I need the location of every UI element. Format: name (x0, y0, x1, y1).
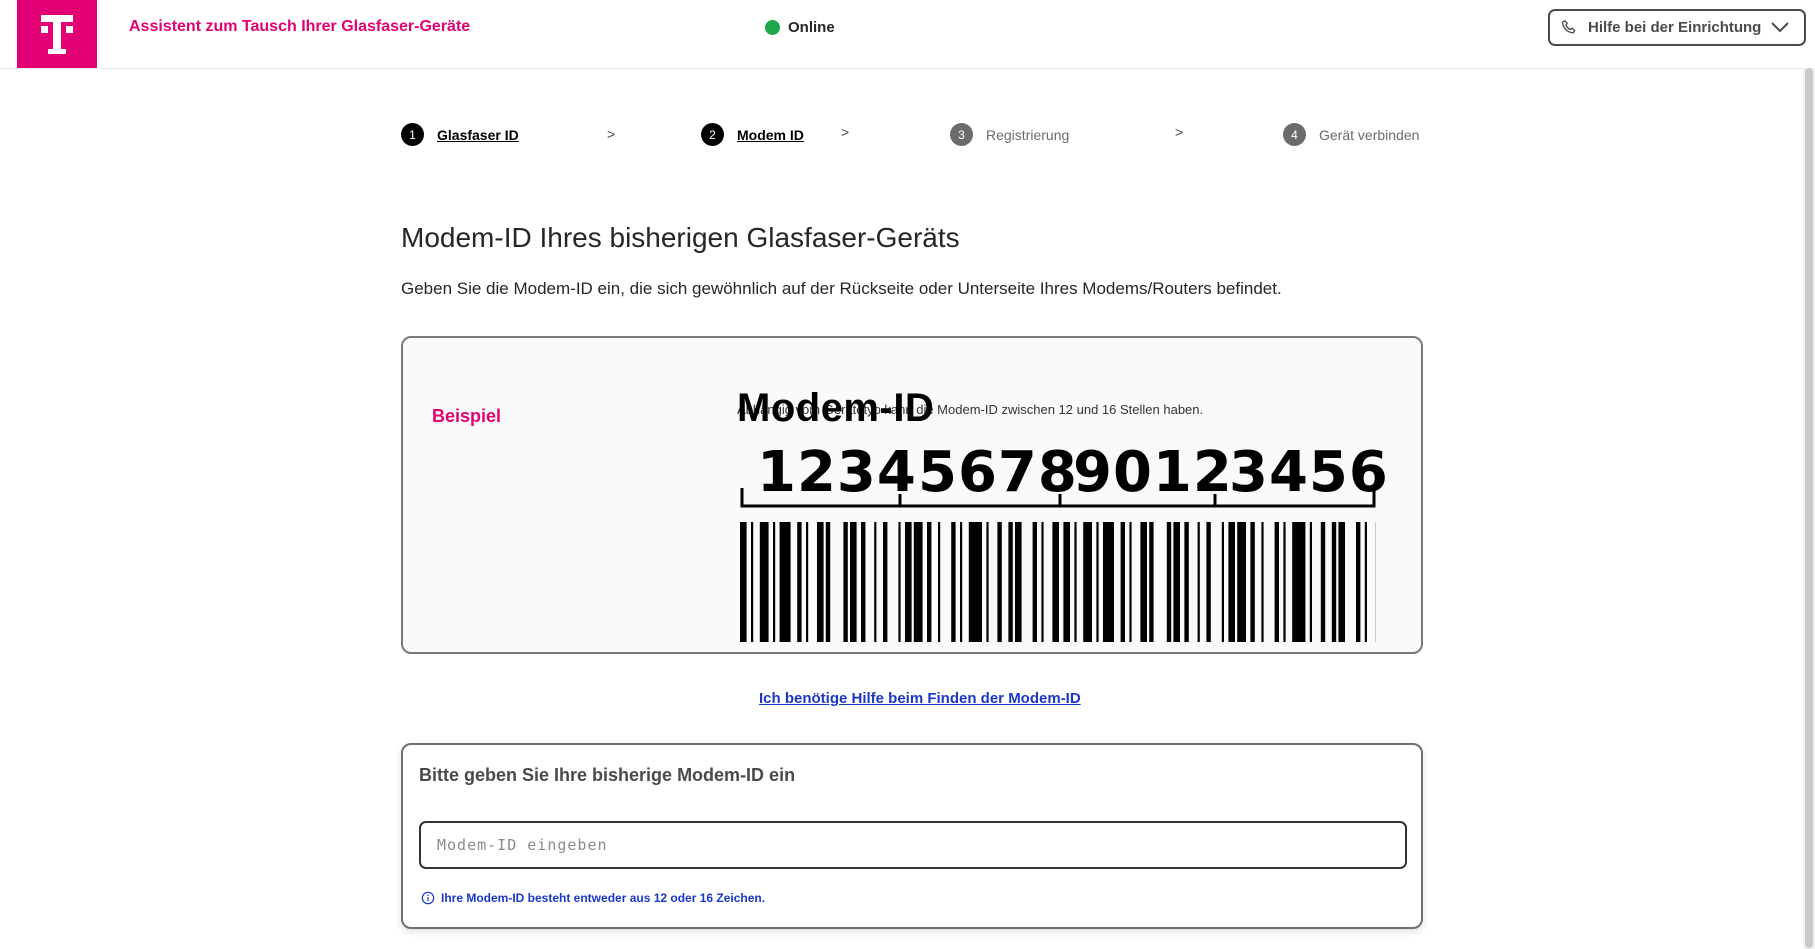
barcode-bar (1129, 522, 1132, 642)
barcode-bar (913, 522, 923, 642)
step-glasfaser-id[interactable]: 1 Glasfaser ID (401, 123, 519, 146)
step-modem-id[interactable]: 2 Modem ID (701, 123, 804, 146)
step-separator: > (607, 126, 616, 142)
step-separator: > (841, 124, 850, 140)
barcode-bar (1228, 522, 1235, 642)
step-geraet-verbinden: 4 Gerät verbinden (1283, 123, 1419, 146)
barcode-bar (997, 522, 1002, 642)
example-modem-id-label: Modem-ID (737, 386, 935, 430)
step-label[interactable]: Glasfaser ID (437, 127, 519, 143)
top-header: Assistent zum Tausch Ihrer Glasfaser-Ger… (0, 0, 1815, 69)
barcode-bar (898, 522, 901, 642)
page-description: Geben Sie die Modem-ID ein, die sich gew… (401, 279, 1282, 298)
barcode-bar (1103, 522, 1114, 642)
barcode-bar (797, 522, 802, 642)
barcode-bar (1356, 522, 1361, 642)
telekom-t-logo-icon (41, 15, 73, 54)
modem-id-input[interactable] (419, 821, 1407, 869)
barcode-bar (759, 522, 769, 642)
scrollbar-thumb[interactable] (1805, 68, 1813, 948)
barcode-bar (740, 522, 747, 642)
info-icon (421, 891, 435, 905)
barcode-bar (938, 522, 941, 642)
barcode-bar (1120, 522, 1125, 642)
barcode-bar (825, 522, 831, 642)
barcode-bar (1083, 522, 1092, 642)
barcode-bar (1221, 522, 1224, 642)
barcode-bar (843, 522, 848, 642)
barcode-bar (817, 522, 824, 642)
barcode-bar (960, 522, 963, 642)
barcode-bar (1364, 522, 1367, 642)
step-registrierung: 3 Registrierung (950, 123, 1069, 146)
barcode-bar (1074, 522, 1077, 642)
barcode-bar (1140, 522, 1147, 642)
barcode-bar (773, 522, 776, 642)
step-label[interactable]: Modem ID (737, 127, 804, 143)
status-label: Online (788, 19, 835, 36)
barcode-bar (1261, 522, 1264, 642)
input-hint: Ihre Modem-ID besteht entweder aus 12 od… (421, 891, 765, 905)
phone-icon (1561, 19, 1576, 34)
setup-help-button[interactable]: Hilfe bei der Einrichtung (1548, 9, 1806, 46)
input-card-title: Bitte geben Sie Ihre bisherige Modem-ID … (419, 765, 796, 785)
barcode-bar (1173, 522, 1180, 642)
step-separator: > (1175, 124, 1184, 140)
input-hint-text: Ihre Modem-ID besteht entweder aus 12 od… (441, 891, 766, 905)
telekom-logo[interactable] (17, 0, 97, 68)
app-title: Assistent zum Tausch Ihrer Glasfaser-Ger… (129, 18, 471, 35)
barcode-bar (1283, 522, 1286, 642)
barcode-bar (1331, 522, 1337, 642)
step-number: 4 (1283, 123, 1306, 146)
barcode-bar (1166, 522, 1172, 642)
step-label: Registrierung (986, 126, 1070, 143)
barcode-bar (1149, 522, 1154, 642)
step-number: 1 (401, 123, 424, 146)
barcode-bar (1206, 522, 1211, 642)
online-indicator-icon (765, 20, 780, 35)
id-group-brackets (740, 488, 1376, 508)
barcode-bar (1237, 522, 1246, 642)
barcode-bar (1041, 522, 1044, 642)
barcode-bar (861, 522, 866, 642)
barcode-bar (1320, 522, 1326, 642)
barcode-bar (779, 522, 791, 642)
example-label: Beispiel (432, 406, 502, 426)
barcode-bar (1274, 522, 1279, 642)
barcode-bar (806, 522, 809, 642)
barcode-bar (883, 522, 888, 642)
barcode-bar (951, 522, 956, 642)
barcode-bar (1032, 522, 1037, 642)
barcode-bar (1015, 522, 1022, 642)
step-number: 3 (950, 123, 973, 146)
barcode-bar (874, 522, 877, 642)
find-modem-id-help-link[interactable]: Ich benötige Hilfe beim Finden der Modem… (759, 690, 1081, 707)
barcode-bar (1008, 522, 1013, 642)
connection-status: Online (765, 19, 835, 36)
barcode-bar (1309, 522, 1312, 642)
chevron-down-icon (1771, 22, 1789, 33)
page-title: Modem-ID Ihres bisherigen Glasfaser-Gerä… (401, 222, 960, 253)
barcode-bar (927, 522, 932, 642)
barcode-bar (1096, 522, 1099, 642)
barcode-bar (1184, 522, 1189, 642)
barcode-bar (905, 522, 912, 642)
barcode-bar (1063, 522, 1070, 642)
barcode-bar (1197, 522, 1200, 642)
barcode-bar (1338, 522, 1345, 642)
barcode-bar (1250, 522, 1255, 642)
barcode-bar (850, 522, 857, 642)
barcode-bar (1292, 522, 1306, 642)
example-barcode (740, 522, 1376, 642)
barcode-bar (751, 522, 754, 642)
setup-help-label: Hilfe bei der Einrichtung (1588, 19, 1762, 36)
step-number: 2 (701, 123, 724, 146)
barcode-bar (1052, 522, 1059, 642)
step-label: Gerät verbinden (1319, 126, 1420, 143)
barcode-bar (986, 522, 989, 642)
barcode-bar (968, 522, 982, 642)
